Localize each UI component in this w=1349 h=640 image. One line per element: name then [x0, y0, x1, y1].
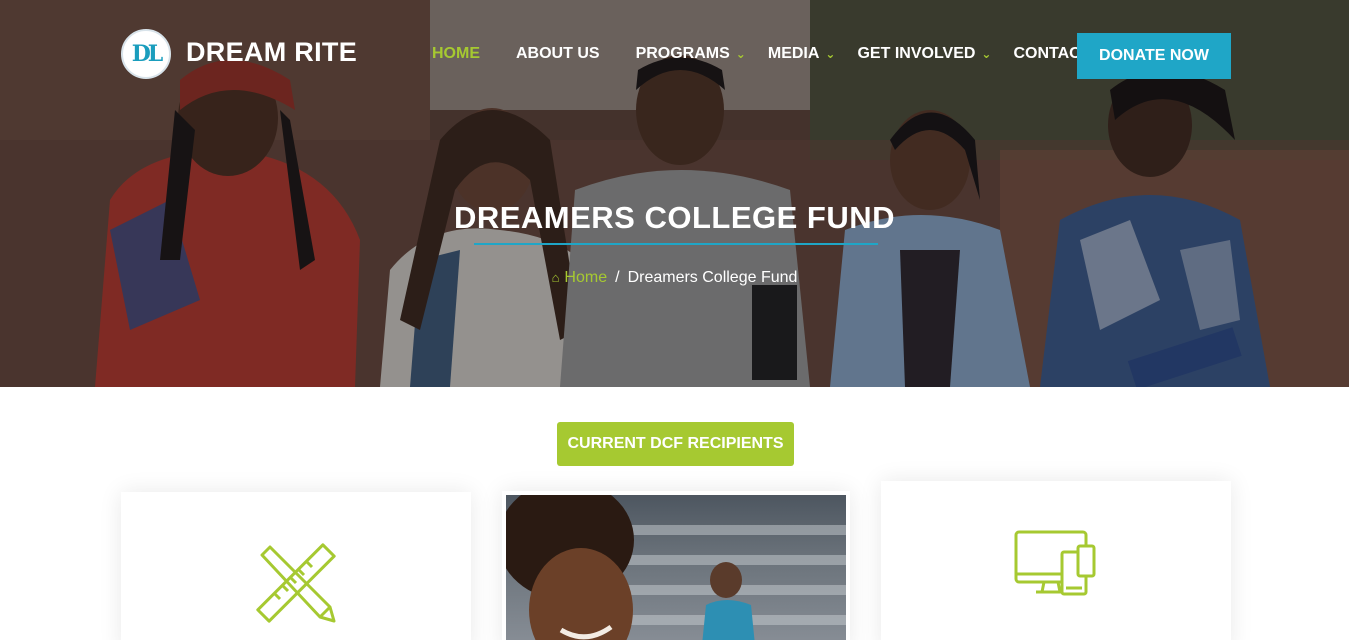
chevron-down-icon: ⌄ — [825, 47, 836, 61]
nav-item-programs[interactable]: PROGRAMS ⌄ — [635, 45, 746, 63]
nav-item-label: PROGRAMS — [635, 45, 730, 62]
breadcrumb-current: Dreamers College Fund — [627, 269, 798, 286]
nav-item-label: MEDIA — [767, 45, 820, 62]
pencil-ruler-icon — [256, 543, 336, 623]
chevron-down-icon: ⌄ — [981, 47, 992, 61]
nav-item-get-involved[interactable]: GET INVOLVED ⌄ — [857, 45, 991, 63]
home-icon: ⌂ — [551, 270, 560, 285]
brand-logo[interactable]: DL — [121, 29, 171, 79]
program-card[interactable] — [121, 492, 471, 640]
nav-item-about-us[interactable]: ABOUT US — [516, 45, 600, 63]
breadcrumb-separator: / — [615, 269, 620, 286]
logo-monogram: DL — [131, 41, 164, 67]
nav-item-label: HOME — [432, 45, 480, 62]
hero-banner: DL DREAM RITE HOME ABOUT US PROGRAMS ⌄ M… — [0, 0, 1349, 387]
devices-icon — [1014, 530, 1096, 596]
student-photo — [506, 495, 846, 640]
nav-item-label: GET INVOLVED — [857, 45, 976, 62]
current-dcf-recipients-button[interactable]: CURRENT DCF RECIPIENTS — [557, 422, 794, 466]
chevron-down-icon: ⌄ — [735, 47, 746, 61]
nav-item-media[interactable]: MEDIA ⌄ — [767, 45, 836, 63]
brand-name[interactable]: DREAM RITE — [186, 37, 357, 68]
main-navigation: HOME ABOUT US PROGRAMS ⌄ MEDIA ⌄ GET INV… — [432, 45, 1127, 63]
breadcrumb: ⌂ Home / Dreamers College Fund — [0, 269, 1349, 287]
program-card[interactable] — [881, 481, 1231, 640]
program-card[interactable] — [502, 491, 850, 640]
nav-item-label: ABOUT US — [516, 45, 600, 62]
title-underline — [474, 243, 878, 245]
nav-item-home[interactable]: HOME — [432, 45, 480, 63]
breadcrumb-home-link[interactable]: Home — [564, 269, 607, 286]
donate-now-button[interactable]: DONATE NOW — [1077, 33, 1231, 79]
page-title: DREAMERS COLLEGE FUND — [453, 200, 896, 235]
